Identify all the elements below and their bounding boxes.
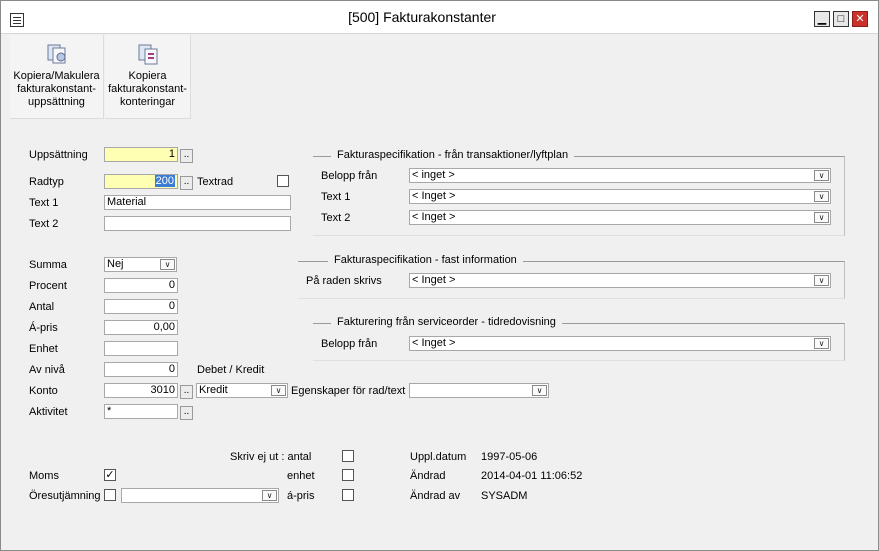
oresutjamning-label: Öresutjämning: [29, 490, 101, 502]
chevron-down-icon: ∨: [262, 490, 277, 501]
chevron-down-icon: ∨: [814, 338, 829, 349]
debet-kredit-label: Debet / Kredit: [197, 364, 265, 376]
copy-postings-icon: [138, 44, 158, 65]
text1-field[interactable]: Material: [104, 195, 291, 210]
aktivitet-field[interactable]: *: [104, 404, 178, 419]
group1-text1-select[interactable]: < Inget > ∨: [409, 189, 831, 204]
antal-label: Antal: [29, 301, 55, 313]
summa-label: Summa: [29, 259, 67, 271]
procent-label: Procent: [29, 280, 67, 292]
group1-title: Fakturaspecifikation - från transaktione…: [331, 149, 575, 161]
summa-select[interactable]: Nej ∨: [104, 257, 177, 272]
uppl-datum-value: 1997-05-06: [481, 451, 538, 463]
close-button[interactable]: ✕: [852, 11, 868, 27]
maximize-button[interactable]: □: [833, 11, 849, 27]
copy-postings-label: Kopiera fakturakonstant- konteringar: [108, 70, 187, 108]
apris-label: Á-pris: [29, 322, 58, 334]
uppsattning-field[interactable]: 1: [104, 147, 178, 162]
radtyp-lookup-button[interactable]: ..: [180, 176, 193, 190]
skriv-ej-ut-apris-label: á-pris: [287, 490, 315, 502]
uppsattning-lookup-button[interactable]: ..: [180, 149, 193, 163]
antal-field[interactable]: 0: [104, 299, 178, 314]
text2-label: Text 2: [29, 218, 59, 230]
copy-postings-button[interactable]: Kopiera fakturakonstant- konteringar: [105, 35, 191, 119]
avniva-field[interactable]: 0: [104, 362, 178, 377]
konto-label: Konto: [29, 385, 58, 397]
procent-field[interactable]: 0: [104, 278, 178, 293]
group1-text1-value: < Inget >: [412, 190, 456, 202]
konto-lookup-button[interactable]: ..: [180, 385, 193, 399]
egenskaper-label: Egenskaper för rad/text: [291, 385, 406, 397]
skriv-ej-ut-antal-label: Skriv ej ut : antal: [230, 451, 312, 463]
group3-belopp-select[interactable]: < Inget > ∨: [409, 336, 831, 351]
minimize-icon: ▁: [817, 13, 827, 25]
group1-belopp-value: < inget >: [412, 169, 455, 181]
apris-field[interactable]: 0,00: [104, 320, 178, 335]
oresutjamning-checkbox[interactable]: [104, 489, 116, 501]
skriv-ej-ut-enhet-checkbox[interactable]: [342, 469, 354, 481]
skriv-ej-ut-antal-checkbox[interactable]: [342, 450, 354, 462]
andrad-av-value: SYSADM: [481, 490, 528, 502]
andrad-value: 2014-04-01 11:06:52: [481, 470, 583, 482]
text2-field[interactable]: [104, 216, 291, 231]
text1-label: Text 1: [29, 197, 59, 209]
copy-delete-setup-label: Kopiera/Makulera fakturakonstant- uppsät…: [13, 70, 100, 108]
skriv-ej-ut-enhet-label: enhet: [287, 470, 315, 482]
group3-belopp-value: < Inget >: [412, 337, 456, 349]
skriv-ej-ut-apris-checkbox[interactable]: [342, 489, 354, 501]
moms-checkbox[interactable]: ✓: [104, 469, 116, 481]
chevron-down-icon: ∨: [271, 385, 286, 396]
oresutjamning-select[interactable]: ∨: [121, 488, 279, 503]
andrad-label: Ändrad: [410, 470, 446, 482]
group1-text2-select[interactable]: < Inget > ∨: [409, 210, 831, 225]
group2-paraden-value: < Inget >: [412, 274, 456, 286]
group1-belopp-select[interactable]: < inget > ∨: [409, 168, 831, 183]
konto-field[interactable]: 3010: [104, 383, 178, 398]
aktivitet-label: Aktivitet: [29, 406, 68, 418]
debet-kredit-value: Kredit: [199, 384, 228, 396]
title-bar: [500] Fakturakonstanter ▁ □ ✕: [1, 1, 878, 34]
chevron-down-icon: ∨: [814, 191, 829, 202]
group2-title: Fakturaspecifikation - fast information: [328, 254, 523, 266]
textrad-label: Textrad: [197, 176, 234, 188]
fakturakonstanter-window: [500] Fakturakonstanter ▁ □ ✕ Kopiera/Ma…: [0, 0, 879, 551]
chevron-down-icon: ∨: [814, 275, 829, 286]
egenskaper-select[interactable]: ∨: [409, 383, 549, 398]
moms-label: Moms: [29, 470, 59, 482]
textrad-checkbox[interactable]: [277, 175, 289, 187]
group2-paraden-select[interactable]: < Inget > ∨: [409, 273, 831, 288]
copy-delete-icon: [47, 44, 66, 64]
enhet-label: Enhet: [29, 343, 58, 355]
aktivitet-lookup-button[interactable]: ..: [180, 406, 193, 420]
summa-value: Nej: [107, 258, 124, 270]
radtyp-label: Radtyp: [29, 176, 64, 188]
group3-belopp-label: Belopp från: [321, 338, 378, 350]
uppsattning-label: Uppsättning: [29, 149, 88, 161]
chevron-down-icon: ∨: [532, 385, 547, 396]
debet-kredit-select[interactable]: Kredit ∨: [196, 383, 288, 398]
enhet-field[interactable]: [104, 341, 178, 356]
radtyp-value: 200: [154, 175, 175, 187]
maximize-icon: □: [837, 13, 845, 25]
chevron-down-icon: ∨: [160, 259, 175, 270]
group1-text2-value: < Inget >: [412, 211, 456, 223]
checkmark-icon: ✓: [105, 469, 115, 481]
avniva-label: Av nivå: [29, 364, 65, 376]
andrad-av-label: Ändrad av: [410, 490, 461, 502]
chevron-down-icon: ∨: [814, 170, 829, 181]
uppl-datum-label: Uppl.datum: [410, 451, 467, 463]
chevron-down-icon: ∨: [814, 212, 829, 223]
window-title: [500] Fakturakonstanter: [348, 9, 496, 25]
group2-paraden-label: På raden skrivs: [306, 275, 382, 287]
minimize-button[interactable]: ▁: [814, 11, 830, 27]
group1-belopp-label: Belopp från: [321, 170, 378, 182]
group1-text1-label: Text 1: [321, 191, 351, 203]
close-icon: ✕: [855, 13, 865, 25]
group3-title: Fakturering från serviceorder - tidredov…: [331, 316, 562, 328]
group1-text2-label: Text 2: [321, 212, 351, 224]
radtyp-field[interactable]: 200: [104, 174, 178, 189]
copy-delete-setup-button[interactable]: Kopiera/Makulera fakturakonstant- uppsät…: [10, 35, 104, 119]
